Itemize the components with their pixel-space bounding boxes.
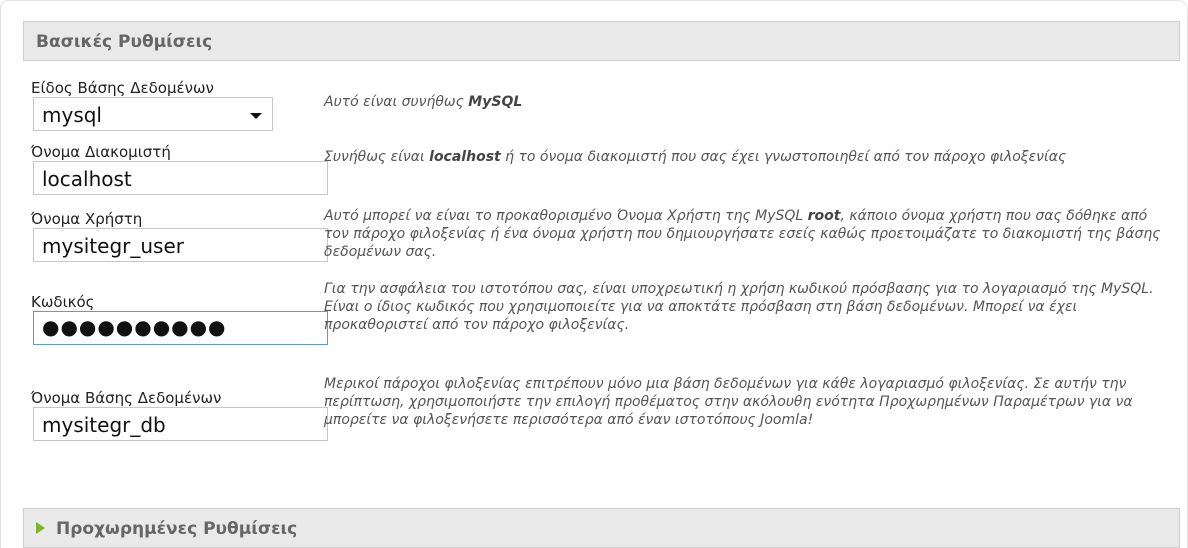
password-mask: ●●●●●●●●●● (42, 315, 227, 339)
host-input[interactable]: localhost (33, 161, 328, 195)
db-type-value: mysql (42, 103, 102, 127)
dropdown-arrow-icon (250, 113, 262, 119)
db-type-select[interactable]: mysql (33, 97, 273, 131)
username-label: Όνομα Χρήστη (31, 210, 143, 228)
advanced-settings-toggle[interactable]: Προχωρημένες Ρυθμίσεις (23, 508, 1180, 548)
settings-panel: Βασικές Ρυθμίσεις Είδος Βάσης Δεδομένων … (0, 0, 1188, 548)
username-input[interactable]: mysitegr_user (33, 228, 328, 262)
password-label: Κωδικός (31, 293, 95, 311)
expand-arrow-icon (36, 522, 45, 534)
password-description: Για την ασφάλεια του ιστοτόπου σας, είνα… (324, 281, 1154, 333)
advanced-settings-title: Προχωρημένες Ρυθμίσεις (56, 519, 298, 539)
section-title: Βασικές Ρυθμίσεις (36, 32, 213, 52)
username-description: Αυτό μπορεί να είναι το προκαθορισμένο Ό… (324, 208, 1161, 260)
password-input[interactable]: ●●●●●●●●●● (33, 311, 328, 345)
db-type-description: Αυτό είναι συνήθως MySQL (324, 94, 523, 110)
db-type-label: Είδος Βάσης Δεδομένων (31, 79, 214, 97)
db-name-description: Μερικοί πάροχοι φιλοξενίας επιτρέπουν μό… (324, 376, 1133, 428)
host-description: Συνήθως είναι localhost ή το όνομα διακο… (324, 149, 1067, 165)
host-label: Όνομα Διακομιστή (31, 143, 171, 161)
basic-settings-header: Βασικές Ρυθμίσεις (23, 21, 1180, 61)
db-name-label: Όνομα Βάσης Δεδομένων (31, 389, 222, 407)
db-name-input[interactable]: mysitegr_db (33, 407, 328, 441)
